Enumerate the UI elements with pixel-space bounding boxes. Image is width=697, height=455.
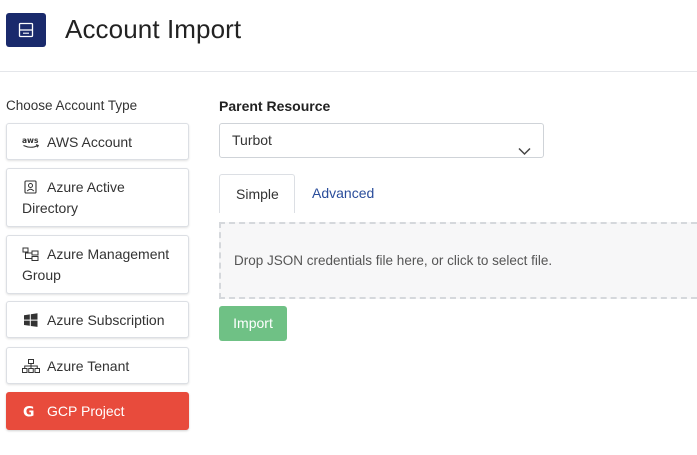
tab-advanced[interactable]: Advanced <box>296 174 390 213</box>
import-button[interactable]: Import <box>219 306 287 341</box>
svg-text:G: G <box>23 405 35 419</box>
aws-icon: aws <box>22 135 40 149</box>
user-badge-icon <box>22 180 40 194</box>
account-type-azure-ad[interactable]: Azure Active Directory <box>6 168 189 227</box>
tab-simple[interactable]: Simple <box>219 174 295 213</box>
chevron-down-icon <box>518 135 531 168</box>
server-icon[interactable] <box>6 13 46 47</box>
google-icon: G <box>22 404 40 419</box>
account-type-azure-tenant[interactable]: Azure Tenant <box>6 347 189 384</box>
import-mode-tabs: Simple Advanced <box>219 174 697 213</box>
import-form: Parent Resource Turbot Simple Advanced D… <box>219 96 697 341</box>
account-type-label-text: Azure Tenant <box>47 358 130 374</box>
account-type-panel: Choose Account Type aws AWS Account Azur… <box>6 96 189 430</box>
account-type-label-text: Azure Management Group <box>22 246 170 283</box>
account-type-gcp[interactable]: G GCP Project <box>6 392 189 430</box>
windows-icon <box>22 313 40 327</box>
page-header: Account Import <box>0 0 697 72</box>
parent-resource-label: Parent Resource <box>219 98 331 114</box>
org-chart-icon <box>22 359 40 373</box>
account-type-label-text: Azure Subscription <box>47 312 165 328</box>
account-type-azure-mgmt-group[interactable]: Azure Management Group <box>6 235 189 294</box>
hierarchy-icon <box>22 247 40 261</box>
credentials-dropzone[interactable]: Drop JSON credentials file here, or clic… <box>219 222 697 299</box>
parent-resource-value: Turbot <box>232 132 272 148</box>
page-title: Account Import <box>65 14 242 44</box>
parent-resource-select[interactable]: Turbot <box>219 123 544 158</box>
dropzone-text: Drop JSON credentials file here, or clic… <box>234 253 553 268</box>
account-type-azure-subscription[interactable]: Azure Subscription <box>6 301 189 338</box>
account-type-label-text: AWS Account <box>47 134 133 150</box>
account-type-aws[interactable]: aws AWS Account <box>6 123 189 160</box>
account-type-label: Choose Account Type <box>6 98 138 113</box>
svg-text:aws: aws <box>22 136 39 145</box>
account-type-label-text: GCP Project <box>47 403 125 419</box>
